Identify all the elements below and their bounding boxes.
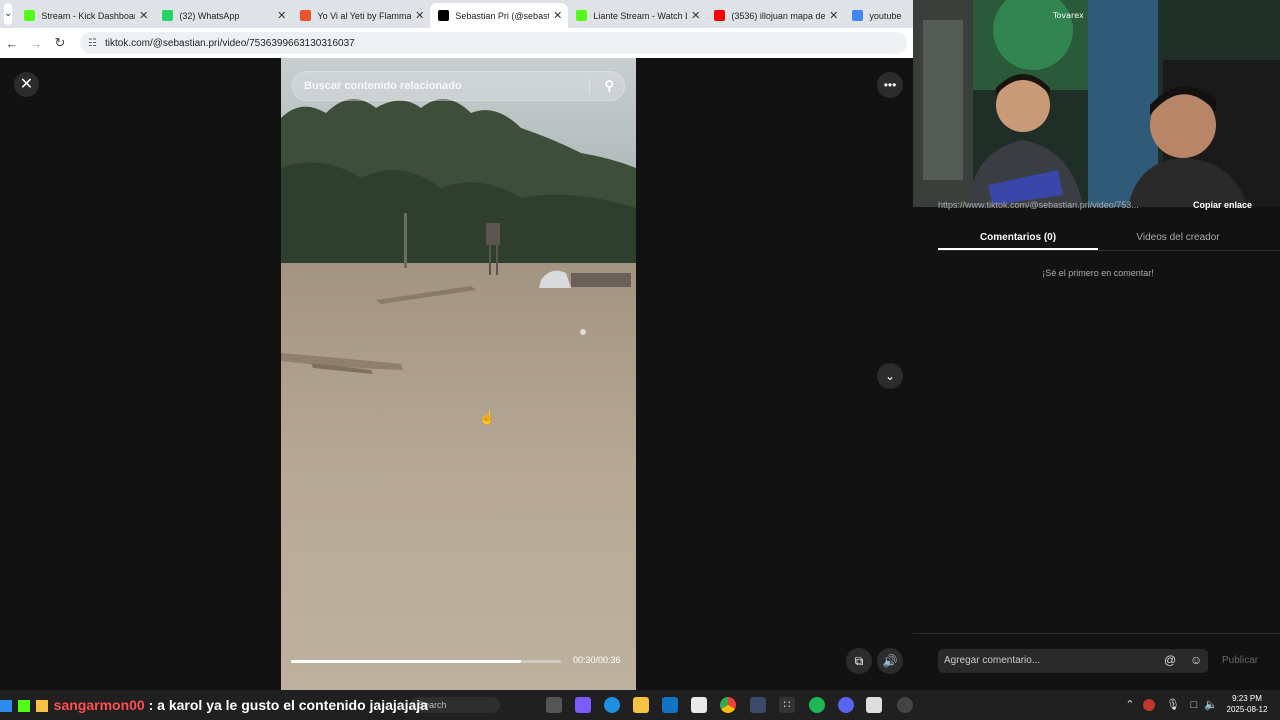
tab-favicon-icon — [24, 10, 36, 21]
forward-icon[interactable]: → — [24, 36, 48, 51]
pip-icon[interactable]: ⧉ — [846, 648, 872, 674]
network-icon[interactable]: □ — [1186, 697, 1202, 713]
task-view-icon[interactable] — [546, 697, 562, 713]
tab-title: Stream - Kick Dashboard — [41, 10, 136, 21]
outlook-icon[interactable] — [662, 697, 678, 713]
tab-favicon-icon — [438, 10, 450, 21]
url-input[interactable]: ☷ tiktok.com/@sebastian.pri/video/753639… — [80, 32, 907, 54]
apps-icon[interactable]: ∷ — [779, 697, 795, 713]
microphone-icon[interactable]: 🎙 — [1165, 697, 1181, 713]
site-info-icon[interactable]: ☷ — [88, 38, 97, 49]
share-link-text[interactable]: https://www.tiktok.com/@sebastian.pri/vi… — [938, 200, 1139, 210]
tab-title: Sebastian Pri (@sebastian — [455, 10, 550, 21]
tab-title: Yo Vi al Yeti by Flammable — [317, 10, 412, 21]
video-player[interactable]: Buscar contenido relacionado ⚲ 00:30/00:… — [281, 58, 636, 690]
tab-close-icon[interactable]: ✕ — [277, 9, 286, 22]
empty-comments-text: ¡Sé el primero en comentar! — [1042, 268, 1154, 278]
copy-link-button[interactable]: Copiar enlace — [1193, 200, 1252, 210]
file-explorer-icon[interactable] — [633, 697, 649, 713]
tabs-container: Stream - Kick Dashboard ✕ (32) WhatsApp ✕ Yo… — [16, 3, 982, 28]
tab-title: (32) WhatsApp — [179, 10, 240, 21]
chat-badge-icon — [17, 700, 30, 713]
emoji-icon[interactable]: ☺ — [1190, 653, 1202, 667]
video-frame — [281, 58, 636, 690]
chat-message: : a karol ya le gusto el contenido jajaj… — [144, 697, 428, 713]
search-icon[interactable]: ⚲ — [604, 78, 614, 94]
video-progress-bar[interactable] — [291, 660, 561, 663]
search-divider — [589, 79, 590, 95]
comment-bar: Agregar comentario... @ ☺ Publicar — [913, 633, 1280, 690]
webcam-image: Tovarex — [913, 0, 1280, 207]
browser-tab-strip: ⌄ Stream - Kick Dashboard ✕ (32) WhatsApp ✕… — [0, 0, 913, 28]
tray-app-icon[interactable] — [1143, 699, 1155, 711]
webcam-logo: Tovarex — [1052, 11, 1084, 20]
copilot-icon[interactable] — [575, 697, 591, 713]
tab-creator-videos[interactable]: Videos del creador — [1098, 224, 1258, 250]
obs-icon[interactable] — [897, 697, 913, 713]
browser-tab[interactable]: Sebastian Pri (@sebastian✕ — [430, 3, 569, 28]
notepad-icon[interactable] — [866, 697, 882, 713]
related-search-placeholder: Buscar contenido relacionado — [304, 80, 462, 92]
chevron-down-icon[interactable]: ⌄ — [877, 363, 903, 389]
tab-favicon-icon — [852, 10, 864, 21]
chat-badge-icon — [0, 700, 12, 713]
tab-title: (3536) illojuan mapa de g — [731, 10, 826, 21]
chat-overlay: sangarmon00 : a karol ya le gusto el con… — [0, 697, 428, 713]
taskbar-clock[interactable]: 9:23 PM 2025-08-12 — [1222, 693, 1272, 715]
related-search-input[interactable]: Buscar contenido relacionado ⚲ — [292, 71, 625, 101]
address-bar: ← → ↻ ☷ tiktok.com/@sebastian.pri/video/… — [0, 28, 913, 58]
tab-favicon-icon — [714, 10, 726, 21]
tab-title: Liante Stream - Watch Live — [593, 10, 687, 21]
tab-favicon-icon — [300, 10, 312, 21]
hand-cursor-icon: ☝ — [479, 410, 496, 425]
tab-favicon-icon — [576, 10, 588, 21]
comment-placeholder: Agregar comentario... — [944, 655, 1041, 666]
comments-panel: Tovarex https://www.tiktok.com/@sebastia… — [913, 0, 1280, 690]
chrome-icon[interactable] — [720, 697, 736, 713]
reload-icon[interactable]: ↻ — [48, 35, 72, 51]
tab-close-icon[interactable]: ✕ — [139, 9, 148, 22]
video-viewer: ✕ Buscar contenido relacionado ⚲ 00:30/0… — [0, 58, 913, 690]
tab-close-icon[interactable]: ✕ — [553, 9, 562, 22]
browser-tab[interactable]: Stream - Kick Dashboard ✕ — [16, 3, 154, 28]
panel-tabs: Comentarios (0) Videos del creador — [938, 224, 1280, 251]
close-icon[interactable]: ✕ — [14, 72, 39, 97]
browser-tab[interactable]: (3536) illojuan mapa de g ✕ — [706, 3, 844, 28]
clock-time: 9:23 PM — [1232, 694, 1262, 703]
mention-icon[interactable]: @ — [1164, 653, 1176, 667]
discord-icon[interactable] — [838, 697, 854, 713]
clock-date: 2025-08-12 — [1226, 705, 1268, 714]
edge-icon[interactable] — [604, 697, 620, 713]
tab-favicon-icon — [162, 10, 174, 21]
tab-close-icon[interactable]: ✕ — [691, 9, 700, 22]
chat-username: sangarmon00 — [53, 697, 145, 713]
more-icon[interactable]: ••• — [877, 72, 903, 98]
store-icon[interactable] — [691, 697, 707, 713]
publish-button[interactable]: Publicar — [1222, 655, 1258, 666]
tab-close-icon[interactable]: ✕ — [829, 9, 838, 22]
video-time: 00:30/00:36 — [573, 655, 621, 665]
chat-badge-icon — [35, 700, 48, 713]
tab-comments[interactable]: Comentarios (0) — [938, 224, 1098, 250]
browser-tab[interactable]: Liante Stream - Watch Live ✕ — [568, 3, 706, 28]
volume-icon[interactable]: 🔊 — [877, 648, 903, 674]
video-progress-fill — [291, 660, 521, 663]
spotify-icon[interactable] — [809, 697, 825, 713]
vpn-icon[interactable] — [750, 697, 766, 713]
back-icon[interactable]: ← — [0, 36, 24, 51]
browser-tab[interactable]: Yo Vi al Yeti by Flammable✕ — [292, 3, 430, 28]
tray-chevron-icon[interactable]: ⌃ — [1122, 697, 1138, 713]
browser-tab[interactable]: (32) WhatsApp ✕ — [154, 3, 292, 28]
share-link-row: https://www.tiktok.com/@sebastian.pri/vi… — [938, 200, 1266, 214]
tab-close-icon[interactable]: ✕ — [415, 9, 424, 22]
tab-search-button[interactable]: ⌄ — [4, 3, 13, 25]
url-text: tiktok.com/@sebastian.pri/video/75363996… — [104, 37, 355, 49]
speaker-icon[interactable]: 🔈 — [1203, 697, 1219, 713]
webcam-overlay: Tovarex — [913, 0, 1280, 207]
